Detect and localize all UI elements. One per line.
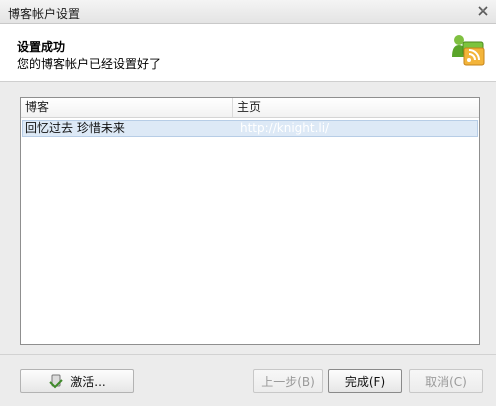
header-subtitle: 您的博客帐户已经设置好了 [17,57,162,71]
wizard-body: 博客 主页 回忆过去 珍惜未来 http://knight.li/ [0,82,496,354]
column-header-blog[interactable]: 博客 [21,98,233,117]
window-title: 博客帐户设置 [8,7,81,21]
header-title: 设置成功 [17,40,66,54]
wizard-footer: 激活... 上一步(B) 完成(F) 取消(C) [0,354,496,406]
activate-icon [48,373,64,389]
blog-app-logo-icon [450,33,486,69]
cell-homepage: http://knight.li/ [240,121,330,135]
finish-button[interactable]: 完成(F) [328,369,402,393]
close-icon[interactable] [476,4,490,18]
cancel-button[interactable]: 取消(C) [409,369,483,393]
blog-account-list[interactable]: 博客 主页 回忆过去 珍惜未来 http://knight.li/ [20,97,480,345]
activate-label: 激活... [70,374,106,389]
cell-blog-name: 回忆过去 珍惜未来 [25,121,125,135]
wizard-header: 设置成功 您的博客帐户已经设置好了 [0,24,496,82]
title-bar: 博客帐户设置 [0,0,496,24]
prev-button[interactable]: 上一步(B) [253,369,323,393]
table-row[interactable]: 回忆过去 珍惜未来 http://knight.li/ [22,120,478,137]
activate-button[interactable]: 激活... [20,369,134,393]
list-header: 博客 主页 [21,98,479,118]
column-header-homepage[interactable]: 主页 [233,98,479,117]
